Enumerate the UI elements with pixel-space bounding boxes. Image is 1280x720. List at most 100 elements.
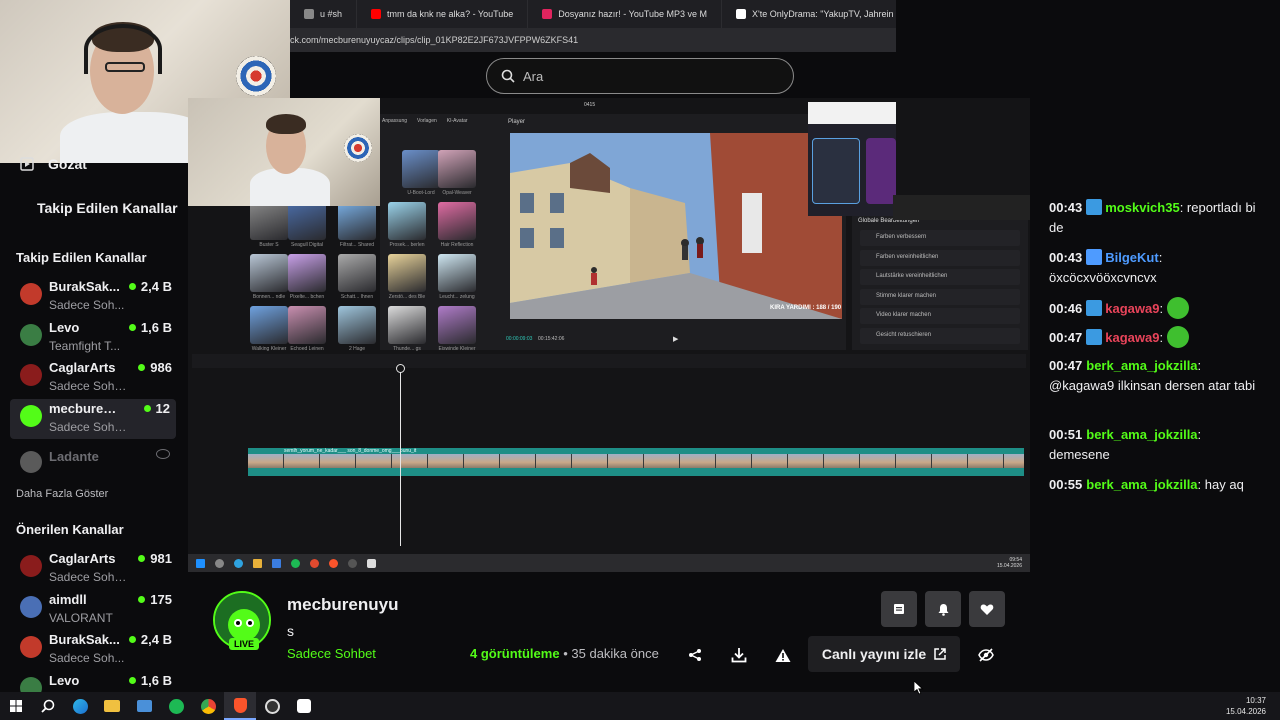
sidebar-channel-category: VALORANT [49,610,113,625]
url-text: ck.com/mecburenuyuycaz/clips/clip_01KP82… [290,35,579,45]
right-panel-item[interactable]: Farben vereinheitlichen [860,249,1020,266]
timeline-playhead[interactable] [400,366,401,546]
right-panel-item[interactable]: Stimme klarer machen [860,288,1020,305]
watch-live-button[interactable]: Canlı yayını izle [808,636,960,672]
channel-category[interactable]: Sadece Sohbet [287,646,376,661]
taskbar-brave[interactable] [224,692,256,720]
chat-timestamp: 00:55 [1049,477,1083,492]
chat-username[interactable]: berk_ama_jokzilla [1086,427,1197,442]
viewer-count-value: 2,4 B [140,632,172,647]
editor-thumbnail[interactable] [338,202,376,240]
sidebar-browse[interactable]: Gözat [20,156,87,172]
sidebar-channel-item[interactable]: Levo Teamfight T... 1,6 B [0,318,188,358]
sidebar-channel-item[interactable]: BurakSak... Sadece Soh... 2,4 B [0,630,188,670]
chat-username[interactable]: kagawa9 [1105,301,1159,316]
hide-button[interactable] [972,641,1000,669]
editor-thumbnail[interactable] [388,254,426,292]
taskbar-search[interactable] [32,692,64,720]
taskbar-edge[interactable] [64,692,96,720]
browser-tab[interactable]: tmm da knk ne alka? - YouTube [357,0,529,28]
editor-thumbnail[interactable] [388,306,426,344]
editor-left-tabs: Anpassung Vorlagen KI-Avatar [382,118,468,124]
browse-icon [20,157,34,171]
right-panel-item[interactable]: Lautstärke vereinheitlichen [860,269,1020,285]
player-play-icon[interactable]: ▶ [673,335,678,343]
editor-thumbnail[interactable] [438,254,476,292]
taskbar-obs[interactable] [256,692,288,720]
playhead-handle[interactable] [396,364,405,373]
chat-username[interactable]: berk_ama_jokzilla [1086,477,1197,492]
timeline-clip-track[interactable]: semih_yorum_ne_kadar___ son_8_donme_omg_… [248,448,1024,476]
chat-timestamp: 00:46 [1049,301,1083,316]
chat-username[interactable]: berk_ama_jokzilla [1086,358,1197,373]
browser-tab[interactable]: Dosyanız hazır! - YouTube MP3 ve M [528,0,723,28]
channel-avatar-small [20,283,42,305]
live-dot-icon [143,404,151,412]
editor-top-label: 0415 [584,102,596,108]
chat-username[interactable]: moskvich35 [1105,200,1179,215]
windows-start-button[interactable] [0,692,32,720]
editor-thumbnail[interactable] [438,306,476,344]
notes-button[interactable] [881,591,917,627]
captured-taskbar: 09:54 15.04.2026 [188,554,1030,572]
sidebar-channel-item[interactable]: aimdll VALORANT 175 [0,590,188,630]
right-panel-item[interactable]: Video klarer machen [860,308,1020,324]
follow-heart-button[interactable] [969,591,1005,627]
editor-thumbnail[interactable] [288,202,326,240]
search-bar[interactable]: Ara [486,58,794,94]
channel-avatar-small [20,555,42,577]
browser-tab[interactable]: u #sh [290,0,358,28]
channel-name[interactable]: mecburenuyu [287,595,398,615]
following-section-title: Takip Edilen Kanallar [16,250,147,265]
taskbar-spotify[interactable] [160,692,192,720]
sidebar-channel-item[interactable]: CaglarArts Sadece Sohbet 981 [0,549,188,589]
chat-username[interactable]: BilgeKut [1105,250,1158,265]
chat-username[interactable]: kagawa9 [1105,330,1159,345]
browser-url-bar: ck.com/mecburenuyuycaz/clips/clip_01KP82… [290,28,896,52]
timeline-frame [536,454,572,468]
editor-thumbnail[interactable] [250,306,288,344]
chat-badge-icon [1086,199,1103,215]
editor-thumbnail-label: Thunde... gs [393,346,421,352]
chat-timestamp: 00:43 [1049,200,1083,215]
editor-thumbnail[interactable] [338,254,376,292]
player-total-time: 00:15:42:06 [538,336,565,342]
editor-thumbnail[interactable] [402,150,440,188]
sidebar-channel-name: aimdll [49,591,87,607]
clip-meta: 4 görüntüleme • 35 dakika önce [470,646,659,661]
taskbar-app[interactable] [128,692,160,720]
chat-timestamp: 00:47 [1049,358,1083,373]
clip-title: s [287,623,294,639]
timeline-frame [644,454,680,468]
editor-thumbnail[interactable] [250,254,288,292]
following-nav-link[interactable]: Takip Edilen Kanallar [37,200,178,216]
editor-thumbnail[interactable] [288,254,326,292]
offline-icon [156,449,170,459]
chat-emote-icon [1167,297,1190,319]
browser-tab-label: tmm da knk ne alka? - YouTube [387,9,514,19]
editor-thumbnail[interactable] [438,150,476,188]
system-clock[interactable]: 10:37 15.04.2026 [1226,695,1266,717]
browser-tab[interactable]: X'te OnlyDrama: "YakupTV, Jahrein [722,0,896,28]
sidebar-channel-item[interactable]: Ladante [0,439,188,479]
sidebar-channel-item[interactable]: BurakSak... Sadece Soh... 2,4 B [0,277,188,317]
editor-thumbnail[interactable] [250,202,288,240]
notification-button[interactable] [925,591,961,627]
report-button[interactable] [769,641,797,669]
taskbar-explorer[interactable] [96,692,128,720]
sidebar-viewer-count: 1,6 B [128,673,172,688]
timeline-frame [1004,454,1024,468]
sidebar-channel-item[interactable]: mecburenuy... Sadece Sohbet 12 [10,398,176,439]
taskbar-capcut[interactable] [288,692,320,720]
editor-thumbnail[interactable] [438,202,476,240]
editor-thumbnail[interactable] [388,202,426,240]
editor-thumbnail[interactable] [338,306,376,344]
right-panel-item[interactable]: Farben verbessern [860,230,1020,246]
taskbar-chrome[interactable] [192,692,224,720]
right-panel-item[interactable]: Gesicht retuschieren [860,327,1020,344]
download-button[interactable] [725,641,753,669]
share-button[interactable] [681,641,709,669]
show-more-link[interactable]: Daha Fazla Göster [16,488,108,500]
sidebar-channel-item[interactable]: CaglarArts Sadece Sohbet 986 [0,358,188,398]
editor-thumbnail[interactable] [288,306,326,344]
